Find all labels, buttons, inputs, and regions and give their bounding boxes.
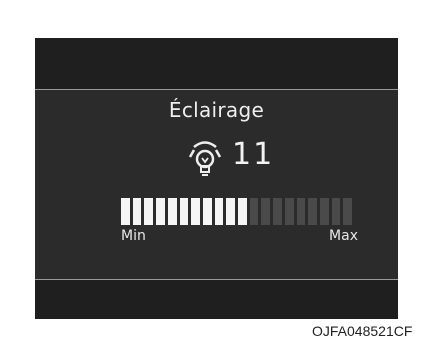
- level-segment: [249, 198, 259, 225]
- level-value: 11: [232, 137, 275, 172]
- max-label: Max: [329, 228, 358, 244]
- bottom-bar: [35, 280, 398, 319]
- level-segment: [331, 198, 341, 225]
- level-segment: [202, 198, 212, 225]
- level-segment: [156, 198, 165, 225]
- illumination-icon: [188, 141, 222, 176]
- level-segment: [319, 198, 329, 225]
- setting-title: Éclairage: [168, 98, 265, 122]
- level-segment: [191, 198, 200, 225]
- top-divider: [35, 89, 398, 90]
- level-segment: [167, 198, 177, 225]
- level-segment: [226, 198, 236, 225]
- min-label: Min: [121, 228, 146, 244]
- level-segment: [308, 198, 317, 225]
- level-segment: [238, 198, 247, 225]
- level-segment: [144, 198, 154, 225]
- level-bar: [121, 198, 355, 225]
- level-segment: [284, 198, 294, 225]
- level-segment: [179, 198, 189, 225]
- figure-code: OJFA048521CF: [312, 323, 413, 339]
- level-segment: [121, 198, 130, 225]
- level-segment: [343, 198, 353, 225]
- top-bar: [35, 38, 398, 89]
- level-segment: [132, 198, 142, 225]
- level-segment: [261, 198, 271, 225]
- level-segment: [273, 198, 282, 225]
- level-segment: [214, 198, 224, 225]
- cluster-display: Éclairage 11 Min Max: [35, 38, 398, 319]
- level-segment: [296, 198, 306, 225]
